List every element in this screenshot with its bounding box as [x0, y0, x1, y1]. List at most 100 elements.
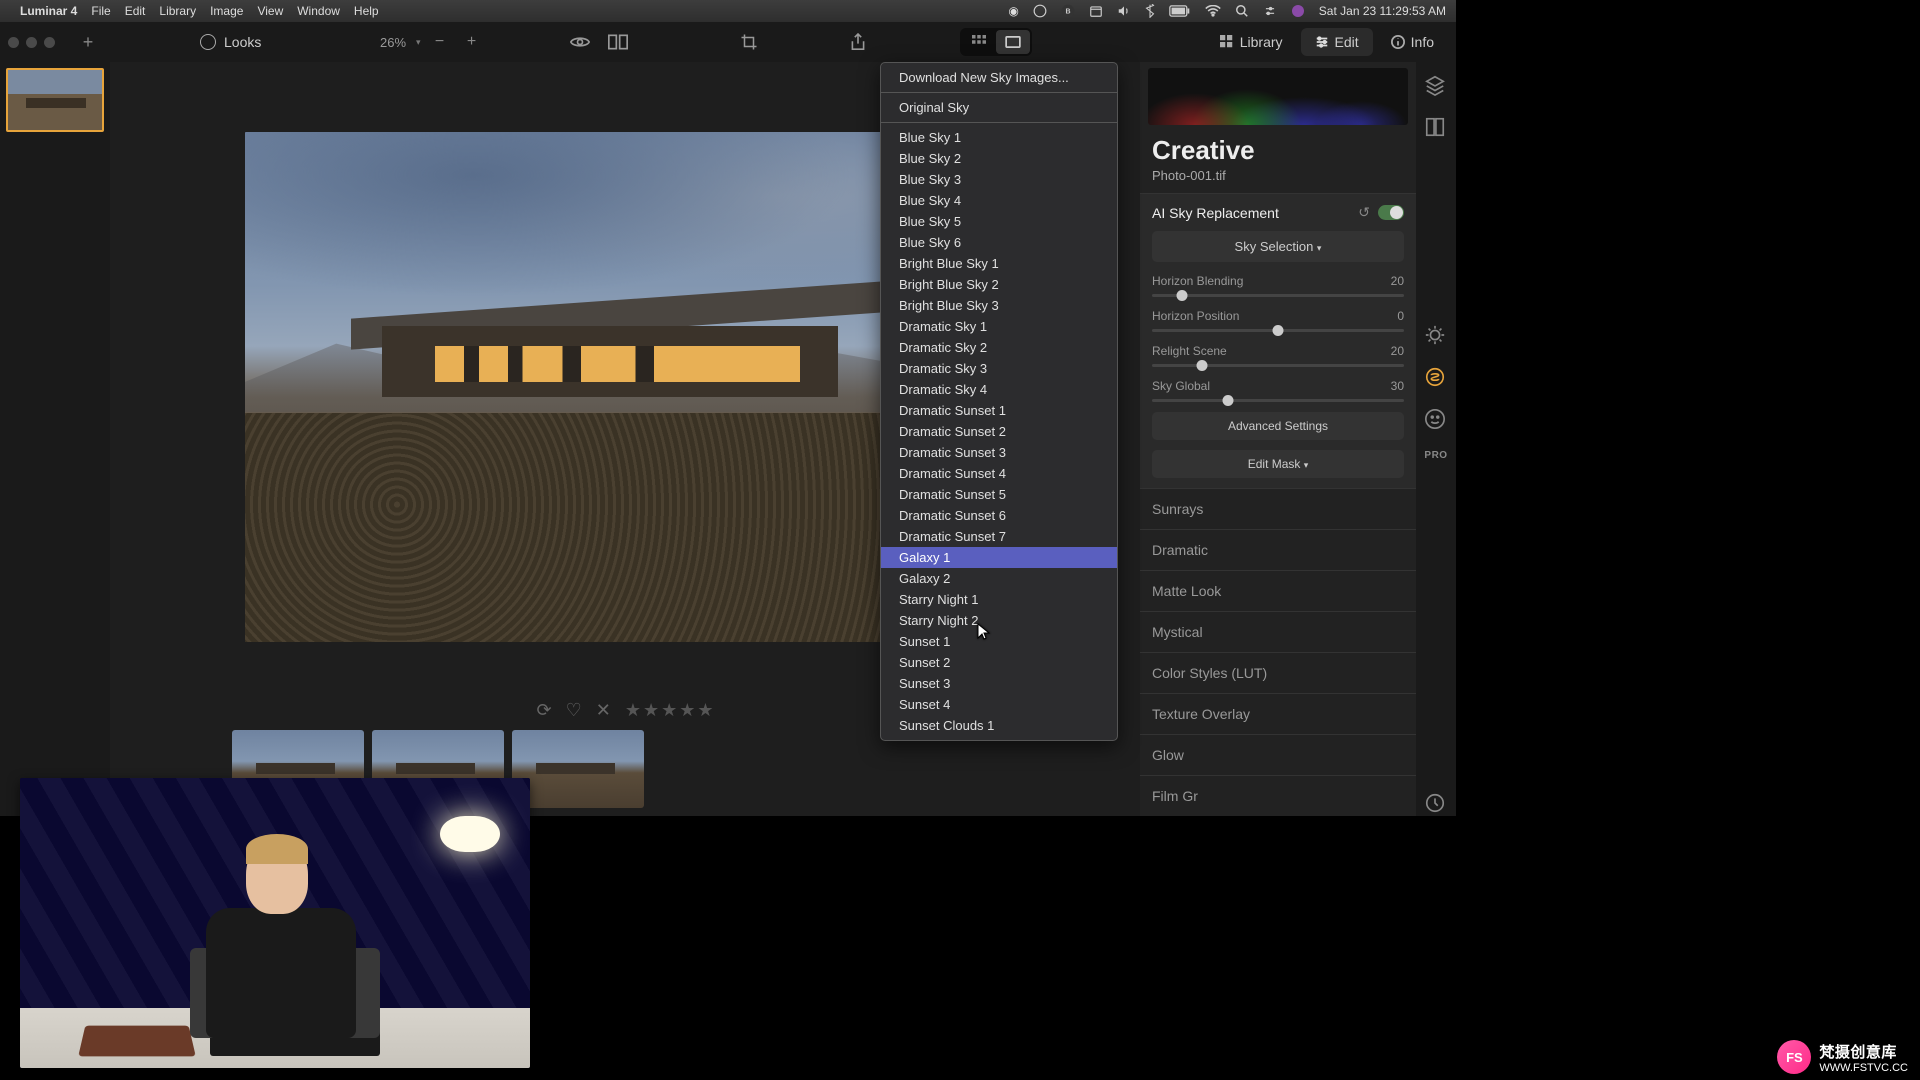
menubar-record-icon[interactable]: ◉	[1008, 4, 1018, 18]
portrait-tool-icon[interactable]	[1424, 408, 1448, 432]
grid-view-button[interactable]	[962, 30, 996, 54]
layers-tool-icon[interactable]	[1424, 74, 1448, 98]
essentials-tool-icon[interactable]	[1424, 324, 1448, 348]
zoom-out-button[interactable]: −	[427, 29, 453, 55]
sky-option[interactable]: Dramatic Sunset 2	[881, 421, 1117, 442]
tab-edit[interactable]: Edit	[1301, 28, 1373, 56]
edit-mask-button[interactable]: Edit Mask ▾	[1152, 450, 1404, 478]
sky-option[interactable]: Sunset 4	[881, 694, 1117, 715]
menu-edit[interactable]: Edit	[125, 4, 146, 18]
menu-help[interactable]: Help	[354, 4, 379, 18]
menubar-control-center-icon[interactable]	[1263, 4, 1277, 18]
sky-option[interactable]: Dramatic Sky 2	[881, 337, 1117, 358]
section-sunrays[interactable]: Sunrays	[1140, 488, 1416, 529]
favorite-heart-icon[interactable]: ♡	[566, 700, 582, 721]
looks-button[interactable]: Looks	[200, 34, 261, 50]
chevron-down-icon[interactable]: ▾	[416, 37, 421, 48]
menubar-b-icon[interactable]: B	[1061, 4, 1075, 18]
sky-option[interactable]: Dramatic Sunset 3	[881, 442, 1117, 463]
section-color-styles-lut-[interactable]: Color Styles (LUT)	[1140, 652, 1416, 693]
reset-icon[interactable]: ↺	[1358, 204, 1370, 221]
sky-option[interactable]: Sunset 2	[881, 652, 1117, 673]
sky-option[interactable]: Blue Sky 2	[881, 148, 1117, 169]
eye-preview-icon[interactable]	[570, 35, 590, 49]
menubar-search-icon[interactable]	[1235, 4, 1249, 18]
reject-x-icon[interactable]: ✕	[596, 700, 611, 721]
section-mystical[interactable]: Mystical	[1140, 611, 1416, 652]
menubar-battery-icon[interactable]	[1169, 5, 1191, 17]
sky-option[interactable]: Sunset 1	[881, 631, 1117, 652]
sky-option[interactable]: Dramatic Sunset 6	[881, 505, 1117, 526]
menu-view[interactable]: View	[257, 4, 283, 18]
flag-cycle-icon[interactable]: ⟳	[536, 700, 551, 721]
menubar-clock[interactable]: Sat Jan 23 11:29:53 AM	[1319, 4, 1446, 18]
section-glow[interactable]: Glow	[1140, 734, 1416, 775]
canvas-tool-icon[interactable]	[1424, 116, 1448, 140]
menubar-wifi-icon[interactable]	[1205, 5, 1221, 17]
sky-option[interactable]: Dramatic Sunset 1	[881, 400, 1117, 421]
filmstrip-thumb-selected[interactable]	[6, 68, 104, 132]
compare-icon[interactable]	[608, 34, 628, 50]
preview-buttons	[570, 34, 628, 50]
sky-option[interactable]: Original Sky	[881, 97, 1117, 118]
add-button[interactable]: +	[73, 29, 103, 55]
bottom-thumb[interactable]	[512, 730, 644, 808]
star-rating[interactable]: ★★★★★	[625, 700, 714, 721]
menu-image[interactable]: Image	[210, 4, 243, 18]
sky-option[interactable]: Dramatic Sky 1	[881, 316, 1117, 337]
section-texture-overlay[interactable]: Texture Overlay	[1140, 693, 1416, 734]
section-matte-look[interactable]: Matte Look	[1140, 570, 1416, 611]
sky-option[interactable]: Starry Night 2	[881, 610, 1117, 631]
sky-option[interactable]: Dramatic Sky 4	[881, 379, 1117, 400]
sky-option[interactable]: Bright Blue Sky 2	[881, 274, 1117, 295]
single-view-button[interactable]	[996, 30, 1030, 54]
sky-option[interactable]: Blue Sky 4	[881, 190, 1117, 211]
sky-option[interactable]: Starry Night 1	[881, 589, 1117, 610]
tab-library[interactable]: Library	[1206, 28, 1297, 56]
menu-library[interactable]: Library	[159, 4, 196, 18]
menubar-calendar-icon[interactable]	[1089, 4, 1103, 18]
tab-info[interactable]: Info	[1377, 28, 1448, 56]
sky-option[interactable]: Sunset 3	[881, 673, 1117, 694]
sky-option[interactable]: Dramatic Sky 3	[881, 358, 1117, 379]
pro-tool-label[interactable]: PRO	[1424, 450, 1447, 461]
slider-0[interactable]	[1152, 294, 1404, 297]
sky-option[interactable]: Galaxy 2	[881, 568, 1117, 589]
section-ai-sky-label[interactable]: AI Sky Replacement	[1152, 205, 1279, 221]
zoom-value[interactable]: 26%	[380, 35, 406, 50]
sky-option[interactable]: Dramatic Sunset 5	[881, 484, 1117, 505]
sky-option[interactable]: Download New Sky Images...	[881, 67, 1117, 88]
zoom-in-button[interactable]: +	[459, 29, 485, 55]
crop-button[interactable]	[740, 33, 758, 51]
window-traffic-lights[interactable]	[8, 37, 55, 48]
sky-option[interactable]: Galaxy 1	[881, 547, 1117, 568]
sky-option[interactable]: Blue Sky 5	[881, 211, 1117, 232]
menubar-volume-icon[interactable]	[1117, 4, 1131, 18]
sky-option[interactable]: Bright Blue Sky 1	[881, 253, 1117, 274]
share-button[interactable]	[850, 33, 866, 51]
app-name[interactable]: Luminar 4	[20, 4, 77, 18]
histogram[interactable]	[1148, 68, 1408, 125]
sky-option[interactable]: Blue Sky 6	[881, 232, 1117, 253]
advanced-settings-button[interactable]: Advanced Settings	[1152, 412, 1404, 440]
menu-file[interactable]: File	[91, 4, 110, 18]
creative-tool-icon[interactable]	[1424, 366, 1448, 390]
sky-option[interactable]: Sunset Clouds 1	[881, 715, 1117, 736]
sky-option[interactable]: Blue Sky 3	[881, 169, 1117, 190]
sky-option[interactable]: Dramatic Sunset 4	[881, 463, 1117, 484]
sky-option[interactable]: Dramatic Sunset 7	[881, 526, 1117, 547]
slider-1[interactable]	[1152, 329, 1404, 332]
menubar-cc-icon[interactable]	[1033, 4, 1047, 18]
sky-selection-dropdown[interactable]: Sky Selection ▾	[1152, 231, 1404, 262]
menu-window[interactable]: Window	[297, 4, 340, 18]
history-tool-icon[interactable]	[1424, 792, 1448, 816]
menubar-bluetooth-icon[interactable]	[1145, 4, 1155, 18]
menubar-siri-icon[interactable]	[1291, 4, 1305, 18]
slider-2[interactable]	[1152, 364, 1404, 367]
slider-3[interactable]	[1152, 399, 1404, 402]
section-toggle[interactable]	[1378, 205, 1404, 220]
section-film-gr[interactable]: Film Gr	[1140, 775, 1416, 816]
sky-option[interactable]: Bright Blue Sky 3	[881, 295, 1117, 316]
sky-option[interactable]: Blue Sky 1	[881, 127, 1117, 148]
section-dramatic[interactable]: Dramatic	[1140, 529, 1416, 570]
